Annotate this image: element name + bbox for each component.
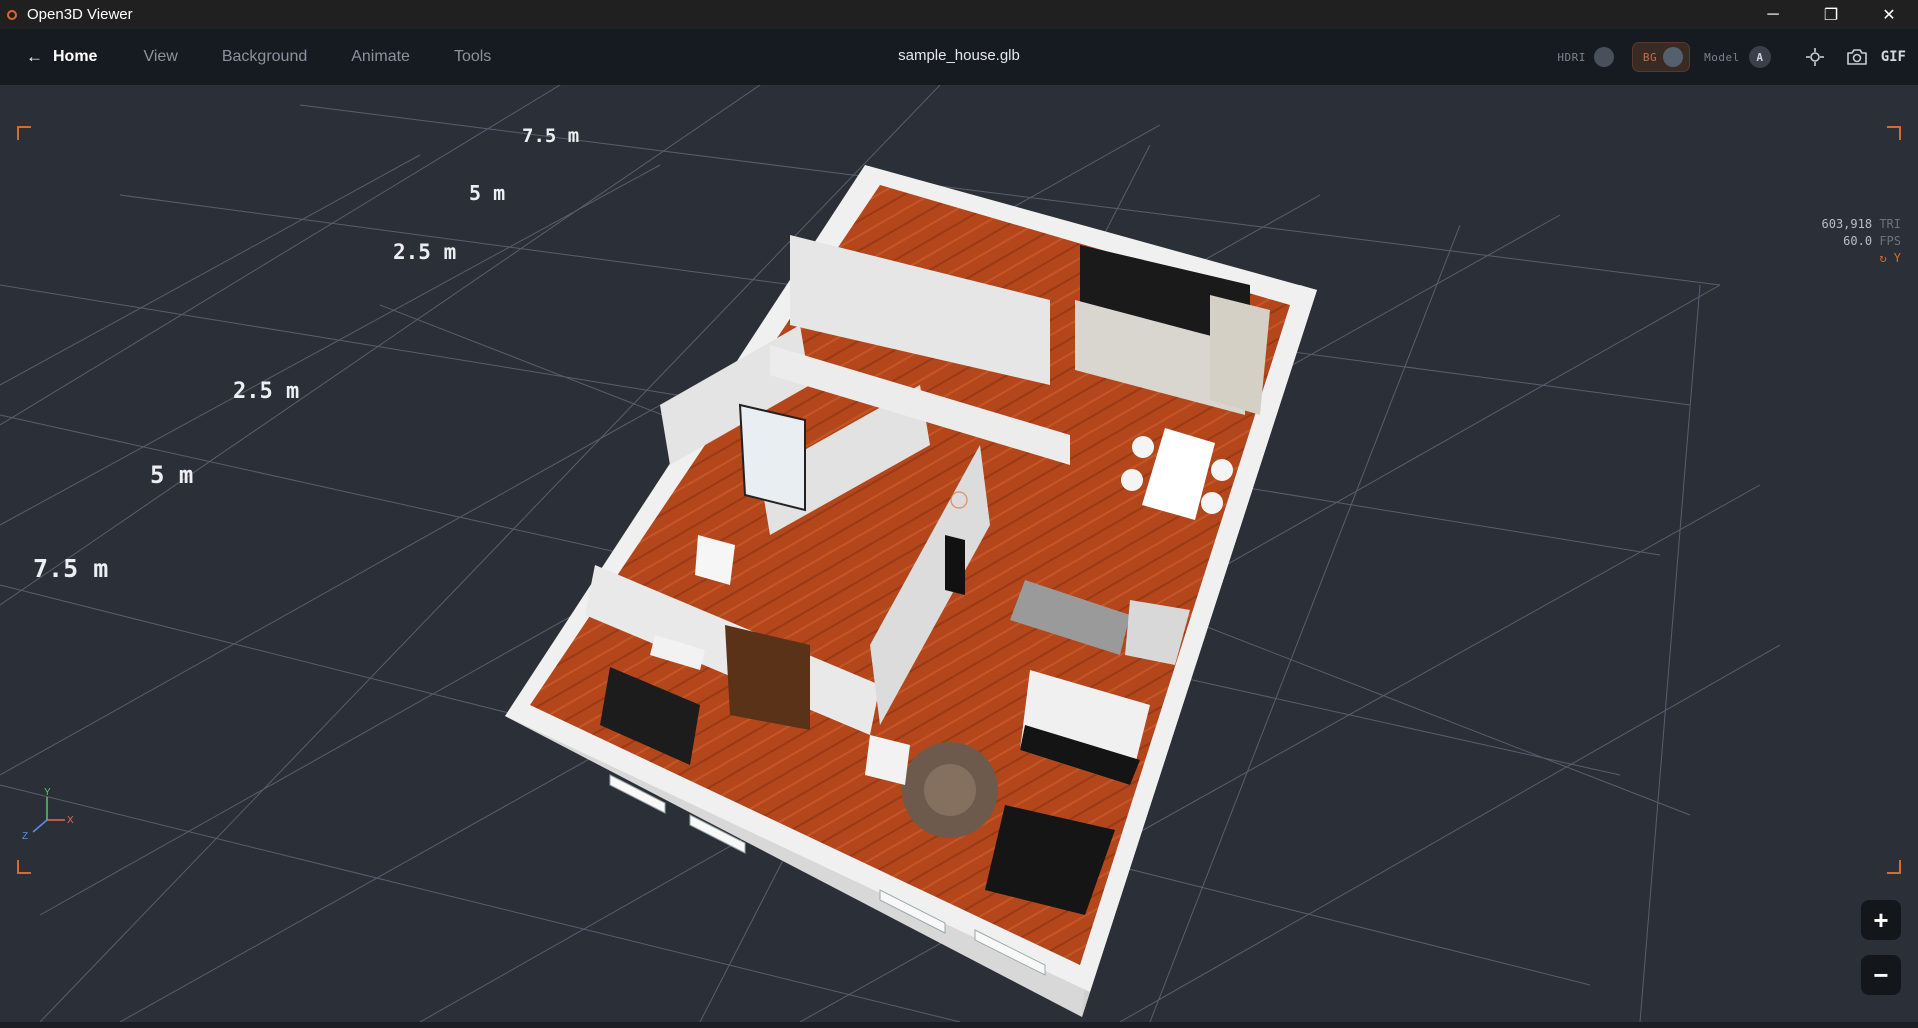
axis-x-label: X <box>67 815 74 826</box>
tv-stand <box>945 535 965 595</box>
window-title-bar: Open3D Viewer ─ ❐ ✕ <box>0 0 1918 29</box>
dining-chair <box>1121 469 1143 491</box>
bg-toggle[interactable] <box>1663 47 1684 67</box>
triangle-unit: TRI <box>1879 217 1901 231</box>
minimize-button[interactable]: ─ <box>1744 0 1802 29</box>
house-model[interactable] <box>505 165 1317 1017</box>
corner-bracket-bottom-left <box>17 860 31 874</box>
menu-tools[interactable]: Tools <box>454 48 491 66</box>
app-logo-icon <box>7 9 17 20</box>
hdri-toggle[interactable] <box>1593 47 1614 67</box>
axis-gizmo: Y X Z <box>22 787 74 842</box>
file-name: sample_house.glb <box>898 47 1020 64</box>
model-badge[interactable]: A <box>1748 46 1771 68</box>
dining-chair <box>1211 459 1233 481</box>
menu-background[interactable]: Background <box>222 48 307 66</box>
fps-unit: FPS <box>1879 234 1901 248</box>
arrow-left-icon: ← <box>26 47 43 66</box>
zoom-out-button[interactable]: − <box>1861 955 1901 995</box>
scale-label: 7.5 m <box>522 125 580 147</box>
axis-z-label: Z <box>22 831 28 842</box>
restore-button[interactable]: ❐ <box>1802 0 1860 29</box>
model-selector[interactable]: Model A <box>1704 46 1771 68</box>
menu-animate[interactable]: Animate <box>351 48 410 66</box>
scene-canvas[interactable]: Y X Z <box>0 85 1918 1022</box>
scale-label: 2.5 m <box>393 240 457 264</box>
camera-icon <box>1846 49 1867 65</box>
scale-label: 7.5 m <box>33 554 109 583</box>
recenter-button[interactable] <box>1797 39 1833 75</box>
shower-cabin <box>738 403 806 512</box>
gif-export-button[interactable]: GIF <box>1881 49 1906 65</box>
status-strip <box>0 1022 1918 1028</box>
corner-bracket-bottom-right <box>1887 860 1901 874</box>
dining-chair <box>1132 436 1154 458</box>
zoom-in-button[interactable]: + <box>1861 900 1901 940</box>
3d-viewport[interactable]: Y X Z 7.5 m 5 m 2.5 m 2.5 m 5 m 7.5 m 60… <box>0 85 1918 1022</box>
menu-view[interactable]: View <box>143 48 177 66</box>
scale-label: 5 m <box>469 181 506 205</box>
dining-chair <box>1201 492 1223 514</box>
scale-label: 5 m <box>150 461 194 489</box>
axis-y-label: Y <box>44 787 51 798</box>
model-label: Model <box>1704 50 1740 64</box>
bg-toggle-button[interactable]: BG <box>1631 42 1691 72</box>
window-title: Open3D Viewer <box>27 6 133 23</box>
triangle-count: 603,918 <box>1821 217 1873 231</box>
menu-bar: ← Home View Background Animate Tools sam… <box>0 29 1918 85</box>
scale-label: 2.5 m <box>233 379 300 404</box>
hdri-label: HDRI <box>1557 50 1586 64</box>
bg-label: BG <box>1642 50 1658 64</box>
up-axis-toggle[interactable]: ↻ Y <box>1879 251 1901 265</box>
close-button[interactable]: ✕ <box>1860 0 1918 29</box>
fps-value: 60.0 <box>1843 234 1873 248</box>
corner-bracket-top-left <box>17 126 31 140</box>
crosshair-icon <box>1805 48 1824 66</box>
screenshot-button[interactable] <box>1839 39 1875 75</box>
round-rug-inner <box>924 764 976 816</box>
corner-bracket-top-right <box>1887 126 1901 140</box>
home-label: Home <box>53 48 98 65</box>
render-stats: 603,918 TRI 60.0 FPS ↻ Y <box>1822 216 1902 267</box>
home-button[interactable]: ← Home <box>26 47 97 67</box>
kitchen-fridge <box>1210 295 1270 415</box>
